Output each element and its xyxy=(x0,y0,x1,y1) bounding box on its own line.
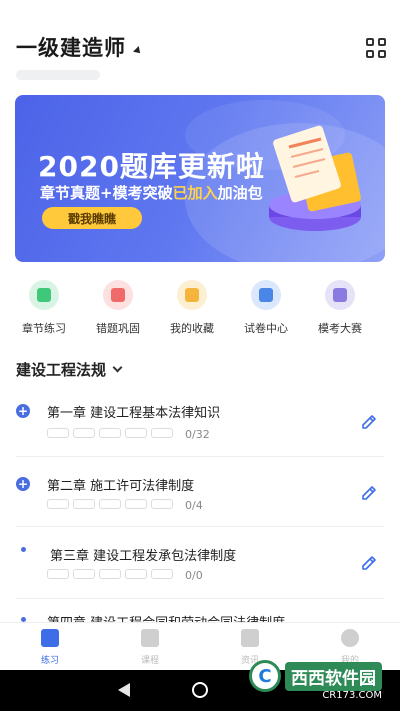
watermark-url: CR173.COM xyxy=(322,690,382,701)
quick-action-label: 错题巩固 xyxy=(96,322,140,335)
chapter-item[interactable]: + 第一章 建设工程基本法律知识 0/32 xyxy=(0,395,400,465)
edit-pencil-icon[interactable] xyxy=(360,484,378,502)
profile-icon xyxy=(341,629,359,647)
nav-label: 课程 xyxy=(140,656,159,666)
pencil-icon xyxy=(29,280,59,310)
chapter-title: 第一章 建设工程基本法律知识 xyxy=(47,406,221,421)
nav-tab-courses[interactable]: 课程 xyxy=(120,629,180,666)
books-icon xyxy=(251,280,281,310)
watermark-text: 西西软件园 xyxy=(285,661,382,691)
bullet-dot xyxy=(21,547,26,552)
section-title: 建设工程法规 xyxy=(16,361,107,379)
banner-cta-button[interactable]: 戳我瞧瞧 xyxy=(42,207,142,229)
quick-action-mock-exam[interactable]: 模考大赛 xyxy=(310,280,370,336)
chapter-count: 0/32 xyxy=(185,428,210,441)
quick-action-label: 章节练习 xyxy=(22,322,66,335)
chapter-item[interactable]: + 第二章 施工许可法律制度 0/4 xyxy=(0,468,400,538)
nav-tab-practice[interactable]: 练习 xyxy=(20,629,80,666)
watermark-logo: C xyxy=(249,660,281,692)
chapter-title: 第三章 建设工程发承包法律制度 xyxy=(50,549,237,564)
banner-sub-part2: 加油包 xyxy=(217,184,263,202)
star-icon xyxy=(177,280,207,310)
chapter-title: 第四章 建设工程合同和劳动合同法律制度 xyxy=(47,612,285,622)
banner-headline: 2020题库更新啦 xyxy=(38,150,265,183)
banner-subtitle: 章节真题+模考突破已加入加油包 xyxy=(40,182,263,203)
quick-action-wrong-questions[interactable]: 错题巩固 xyxy=(88,280,148,336)
watermark: C 西西软件园 CR173.COM xyxy=(249,660,382,701)
play-icon xyxy=(141,629,159,647)
banner-sub-part1: 章节真题+模考突破 xyxy=(40,184,173,202)
status-bar xyxy=(0,0,400,22)
subject-selector[interactable]: 建设工程法规 xyxy=(16,359,123,380)
chapter-count: 0/4 xyxy=(185,499,203,512)
chapter-count: 0/0 xyxy=(185,569,203,582)
paper-icon xyxy=(325,280,355,310)
promo-banner[interactable]: 2020题库更新啦 章节真题+模考突破已加入加油包 戳我瞧瞧 xyxy=(15,95,385,262)
exam-title[interactable]: 一级建造师 xyxy=(16,32,126,62)
quick-action-label: 模考大赛 xyxy=(318,322,362,335)
home-icon[interactable] xyxy=(192,682,208,698)
subtitle-placeholder xyxy=(16,70,100,80)
nav-label: 练习 xyxy=(40,656,59,666)
chapter-title: 第二章 施工许可法律制度 xyxy=(47,479,195,494)
news-icon xyxy=(241,629,259,647)
chapter-progress xyxy=(47,428,173,438)
divider xyxy=(16,598,384,599)
quick-action-label: 试卷中心 xyxy=(244,322,288,335)
chapter-progress xyxy=(47,569,173,579)
stack-icon xyxy=(103,280,133,310)
chapter-progress xyxy=(47,499,173,509)
grid-menu-icon[interactable] xyxy=(366,38,386,58)
banner-sub-highlight: 已加入 xyxy=(172,184,218,202)
caret-down-icon[interactable] xyxy=(133,46,143,56)
quick-action-label: 我的收藏 xyxy=(170,322,214,335)
quick-action-chapter-practice[interactable]: 章节练习 xyxy=(14,280,74,336)
chapter-item[interactable]: 第四章 建设工程合同和劳动合同法律制度 xyxy=(0,608,400,622)
expand-plus-icon[interactable]: + xyxy=(16,477,30,491)
expand-plus-icon[interactable]: + xyxy=(16,404,30,418)
back-icon[interactable] xyxy=(118,683,130,697)
chevron-down-icon xyxy=(112,362,123,373)
quick-action-favorites[interactable]: 我的收藏 xyxy=(162,280,222,336)
edit-pencil-icon[interactable] xyxy=(360,413,378,431)
quick-action-paper-center[interactable]: 试卷中心 xyxy=(236,280,296,336)
edit-pencil-icon[interactable] xyxy=(360,554,378,572)
quick-actions: 章节练习 错题巩固 我的收藏 试卷中心 模考大赛 xyxy=(0,280,400,340)
header: 一级建造师 xyxy=(16,32,386,62)
divider xyxy=(16,456,384,457)
practice-icon xyxy=(41,629,59,647)
divider xyxy=(16,526,384,527)
